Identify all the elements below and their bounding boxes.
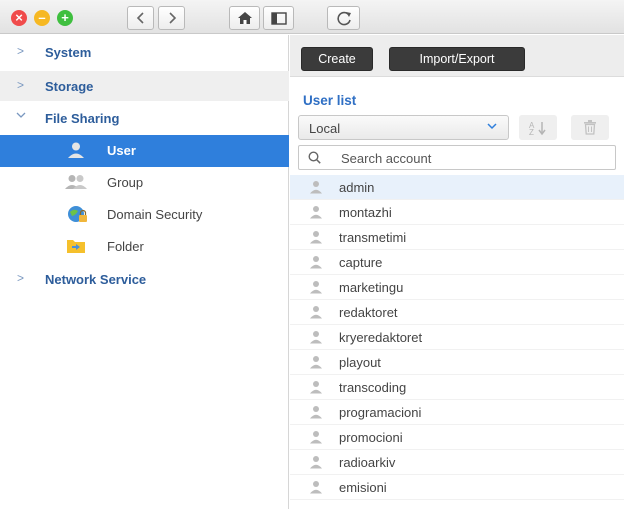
forward-button[interactable] <box>158 6 185 30</box>
sidebar-item-user[interactable]: User <box>0 135 289 167</box>
sidebar-toggle-icon <box>270 11 287 25</box>
user-icon <box>310 306 322 319</box>
user-row[interactable]: programacioni <box>290 400 624 425</box>
main-panel: Create Import/Export User list Local A Z… <box>290 35 624 509</box>
user-name: admin <box>339 180 375 195</box>
user-row[interactable]: redaktoret <box>290 300 624 325</box>
user-name: marketingu <box>339 280 404 295</box>
user-icon <box>310 256 322 269</box>
chevron-right-icon: > <box>17 271 25 285</box>
user-row[interactable]: playout <box>290 350 624 375</box>
chevron-right-icon <box>168 12 176 24</box>
sidebar-item-label: System <box>45 45 92 60</box>
sidebar-item-system[interactable]: > System <box>0 37 289 67</box>
window-toolbar: × – + <box>0 0 624 34</box>
sidebar-item-label: Folder <box>107 239 144 254</box>
user-icon <box>310 231 322 244</box>
delete-button[interactable] <box>571 115 609 140</box>
home-icon <box>237 12 252 24</box>
user-row[interactable]: marketingu <box>290 275 624 300</box>
trash-icon <box>584 120 596 135</box>
group-icon <box>65 175 87 189</box>
create-button[interactable]: Create <box>301 47 373 71</box>
sidebar-item-label: File Sharing <box>45 111 120 126</box>
refresh-icon <box>336 11 351 25</box>
user-icon <box>310 431 322 444</box>
sidebar-item-label: Domain Security <box>107 207 203 222</box>
user-name: programacioni <box>339 405 422 420</box>
user-icon <box>310 381 322 394</box>
user-row[interactable]: admin <box>290 175 624 200</box>
user-row[interactable]: promocioni <box>290 425 624 450</box>
user-name: emisioni <box>339 480 387 495</box>
chevron-down-icon <box>16 109 26 123</box>
sidebar-item-folder[interactable]: Folder <box>0 231 289 263</box>
user-icon <box>310 456 322 469</box>
refresh-button[interactable] <box>327 6 360 30</box>
user-name: transcoding <box>339 380 407 395</box>
home-button[interactable] <box>229 6 260 30</box>
sidebar-item-label: User <box>107 143 136 158</box>
user-icon <box>310 281 322 294</box>
user-name: promocioni <box>339 430 403 445</box>
user-row[interactable]: capture <box>290 250 624 275</box>
folder-icon <box>67 240 85 253</box>
user-name: radioarkiv <box>339 455 396 470</box>
user-name: capture <box>339 255 383 270</box>
import-export-button[interactable]: Import/Export <box>389 47 525 71</box>
sidebar-item-label: Group <box>107 175 144 190</box>
user-row[interactable]: transcoding <box>290 375 624 400</box>
user-icon <box>310 181 322 194</box>
user-row[interactable]: emisioni <box>290 475 624 500</box>
sidebar: > System > Storage File Sharing User Gro… <box>0 35 289 509</box>
sort-button[interactable]: A Z <box>519 115 557 140</box>
sidebar-item-group[interactable]: Group <box>0 167 289 199</box>
sidebar-item-domain-security[interactable]: Domain Security <box>0 199 289 231</box>
minimize-window-button[interactable]: – <box>34 10 50 26</box>
select-value: Local <box>309 121 341 136</box>
user-name: playout <box>339 355 381 370</box>
chevron-down-icon <box>486 120 498 135</box>
user-icon <box>310 356 322 369</box>
sort-az-icon: A Z <box>529 121 546 136</box>
search-field <box>298 145 616 170</box>
user-row[interactable]: radioarkiv <box>290 450 624 475</box>
action-bar: Create Import/Export <box>290 35 624 77</box>
chevron-left-icon <box>136 12 144 24</box>
user-icon <box>310 406 322 419</box>
search-icon <box>308 151 321 164</box>
user-name: transmetimi <box>339 230 407 245</box>
user-name: redaktoret <box>339 305 398 320</box>
chevron-right-icon: > <box>17 44 25 58</box>
user-icon <box>310 206 322 219</box>
sidebar-item-file-sharing[interactable]: File Sharing <box>0 103 289 133</box>
user-row[interactable]: montazhi <box>290 200 624 225</box>
sidebar-toggle-button[interactable] <box>263 6 294 30</box>
account-source-select[interactable]: Local <box>298 115 509 140</box>
close-window-button[interactable]: × <box>11 10 27 26</box>
user-icon <box>68 142 84 158</box>
back-button[interactable] <box>127 6 154 30</box>
domain-security-icon <box>68 206 87 222</box>
svg-text:Z: Z <box>529 128 534 136</box>
sidebar-item-label: Network Service <box>45 272 147 287</box>
user-row[interactable]: transmetimi <box>290 225 624 250</box>
sidebar-item-label: Storage <box>45 79 94 94</box>
user-name: montazhi <box>339 205 392 220</box>
sidebar-item-storage[interactable]: > Storage <box>0 71 289 101</box>
user-name: kryeredaktoret <box>339 330 423 345</box>
section-title: User list <box>303 93 357 108</box>
maximize-window-button[interactable]: + <box>57 10 73 26</box>
search-input[interactable] <box>341 149 601 167</box>
user-icon <box>310 331 322 344</box>
chevron-right-icon: > <box>17 78 25 92</box>
user-row[interactable]: kryeredaktoret <box>290 325 624 350</box>
sidebar-item-network-service[interactable]: > Network Service <box>0 264 289 294</box>
user-icon <box>310 481 322 494</box>
